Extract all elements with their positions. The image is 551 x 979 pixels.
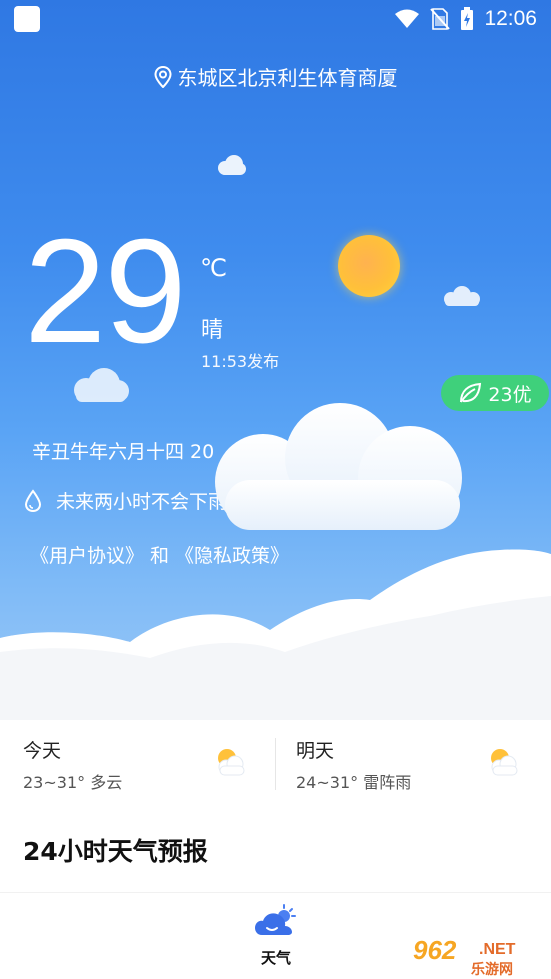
small-cloud-icon: [218, 155, 246, 175]
partly-cloudy-icon: [218, 749, 245, 776]
hourly-forecast-title: 24小时天气预报: [23, 837, 208, 866]
card-divider: [275, 738, 276, 790]
tab-weather[interactable]: 天气: [240, 903, 312, 968]
cloud-band: [0, 549, 551, 730]
location-text: 东城区北京利生体育商厦: [177, 66, 398, 90]
weather-condition: 晴: [201, 318, 224, 343]
raindrop-icon: [24, 488, 42, 512]
status-icons: 12:06: [394, 6, 537, 32]
forecast-day: 明天: [296, 740, 335, 762]
wifi-icon: [395, 9, 420, 28]
temperature-unit: ℃: [200, 254, 227, 282]
location-pin-icon: [153, 65, 172, 88]
notification-app-icon: [14, 6, 40, 32]
weather-app: 12:06 东城区北京利生体育商厦 29 ℃ 晴 11:53发布 23优 辛丑牛…: [0, 0, 551, 979]
forecast-range: 23~31° 多云: [23, 773, 123, 792]
watermark-text: 962: [413, 935, 457, 965]
current-temperature: 29: [24, 209, 187, 374]
publish-time: 11:53发布: [201, 352, 280, 371]
watermark-net: .NET: [479, 941, 516, 958]
site-watermark: 962 .NET 乐游网: [407, 933, 547, 978]
sky-background: 12:06 东城区北京利生体育商厦 29 ℃ 晴 11:53发布 23优 辛丑牛…: [0, 0, 551, 730]
tab-label: 天气: [260, 949, 291, 967]
daily-forecast: 今天 23~31° 多云 明天 24~31° 雷阵雨: [0, 720, 551, 800]
forecast-day: 今天: [23, 740, 62, 762]
partly-cloudy-icon: [491, 749, 518, 776]
battery-charging-icon: [461, 7, 474, 30]
no-sim-icon: [430, 8, 451, 30]
location-selector[interactable]: 东城区北京利生体育商厦: [0, 62, 551, 91]
weather-tab-icon: [255, 904, 296, 935]
forecast-range: 24~31° 雷阵雨: [296, 773, 412, 792]
forecast-card-today[interactable]: 今天 23~31° 多云: [23, 720, 253, 800]
watermark-sub: 乐游网: [471, 962, 513, 978]
cloud-icon: [215, 403, 462, 530]
status-bar: 12:06: [0, 0, 551, 38]
small-cloud-icon: [444, 286, 480, 306]
sun-icon: [338, 235, 400, 297]
aqi-value: 23优: [488, 383, 532, 406]
forecast-card-tomorrow[interactable]: 明天 24~31° 雷阵雨: [296, 720, 526, 800]
lunar-date: 辛丑牛年六月十四 20: [32, 441, 215, 463]
clock: 12:06: [484, 7, 537, 30]
